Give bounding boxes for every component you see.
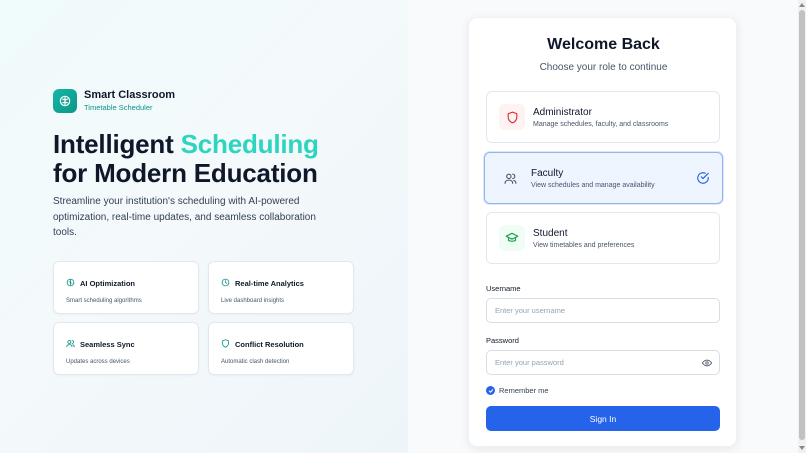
username-placeholder: Enter your username [495, 306, 566, 315]
login-card: Welcome Back Choose your role to continu… [468, 17, 737, 447]
shield-icon [499, 104, 525, 130]
check-circle-icon [696, 171, 710, 190]
role-desc: View timetables and preferences [533, 241, 635, 249]
password-input[interactable]: Enter your password [486, 350, 720, 375]
role-option-administrator[interactable]: Administrator Manage schedules, faculty,… [486, 91, 720, 143]
users-icon [66, 335, 75, 353]
feature-title: Real-time Analytics [235, 278, 304, 288]
feature-card-conflict-resolution: Conflict Resolution Automatic clash dete… [208, 322, 354, 375]
username-label: Username [486, 284, 521, 293]
users-icon [497, 165, 523, 191]
role-option-faculty[interactable]: Faculty View schedules and manage availa… [484, 152, 723, 204]
username-input[interactable]: Enter your username [486, 298, 720, 323]
hero-line1-accent: Scheduling [180, 129, 319, 159]
role-desc: Manage schedules, faculty, and classroom… [533, 120, 669, 128]
brand-subtitle: Timetable Scheduler [84, 103, 153, 112]
hero-description: Streamline your institution's scheduling… [53, 196, 316, 238]
password-placeholder: Enter your password [495, 358, 564, 367]
role-option-student[interactable]: Student View timetables and preferences [486, 212, 720, 264]
feature-desc: Live dashboard insights [221, 298, 285, 304]
login-title: Welcome Back [547, 36, 660, 53]
hero-line2: for Modern Education [53, 158, 318, 188]
remember-me[interactable]: Remember me [486, 386, 549, 395]
feature-card-real-time-analytics: Real-time Analytics Live dashboard insig… [208, 261, 354, 314]
feature-desc: Smart scheduling algorithms [66, 298, 142, 304]
scrollbar-thumb[interactable] [799, 10, 805, 440]
role-desc: View schedules and manage availability [531, 181, 655, 189]
feature-card-ai-optimization: AI Optimization Smart scheduling algorit… [53, 261, 199, 314]
hero-heading: Intelligent Scheduling for Modern Educat… [53, 130, 353, 188]
feature-card-seamless-sync: Seamless Sync Updates across devices [53, 322, 199, 375]
feature-title: AI Optimization [80, 278, 135, 288]
scroll-down-icon[interactable] [799, 446, 805, 450]
brain-icon [53, 89, 77, 113]
role-title: Faculty [531, 167, 564, 179]
brand: Smart Classroom Timetable Scheduler [53, 89, 175, 113]
remember-checkbox[interactable] [486, 386, 495, 395]
hero-panel: Smart Classroom Timetable Scheduler Inte… [0, 0, 408, 453]
sign-in-button[interactable]: Sign In [486, 406, 720, 431]
feature-desc: Automatic clash detection [221, 359, 290, 365]
password-label: Password [486, 336, 519, 345]
brain-icon [66, 274, 75, 292]
eye-icon[interactable] [701, 358, 713, 370]
role-title: Administrator [533, 106, 592, 118]
feature-title: Seamless Sync [80, 339, 135, 349]
shield-icon [221, 335, 230, 353]
remember-label: Remember me [499, 386, 549, 395]
clock-icon [221, 274, 230, 292]
role-title: Student [533, 227, 568, 239]
page-scrollbar[interactable] [798, 0, 806, 453]
brand-title: Smart Classroom [84, 89, 176, 101]
login-subtitle: Choose your role to continue [539, 62, 668, 73]
graduation-cap-icon [499, 225, 525, 251]
feature-desc: Updates across devices [66, 359, 130, 365]
hero-line1-plain: Intelligent [53, 129, 181, 159]
feature-title: Conflict Resolution [235, 339, 304, 349]
scroll-up-icon[interactable] [799, 3, 805, 7]
